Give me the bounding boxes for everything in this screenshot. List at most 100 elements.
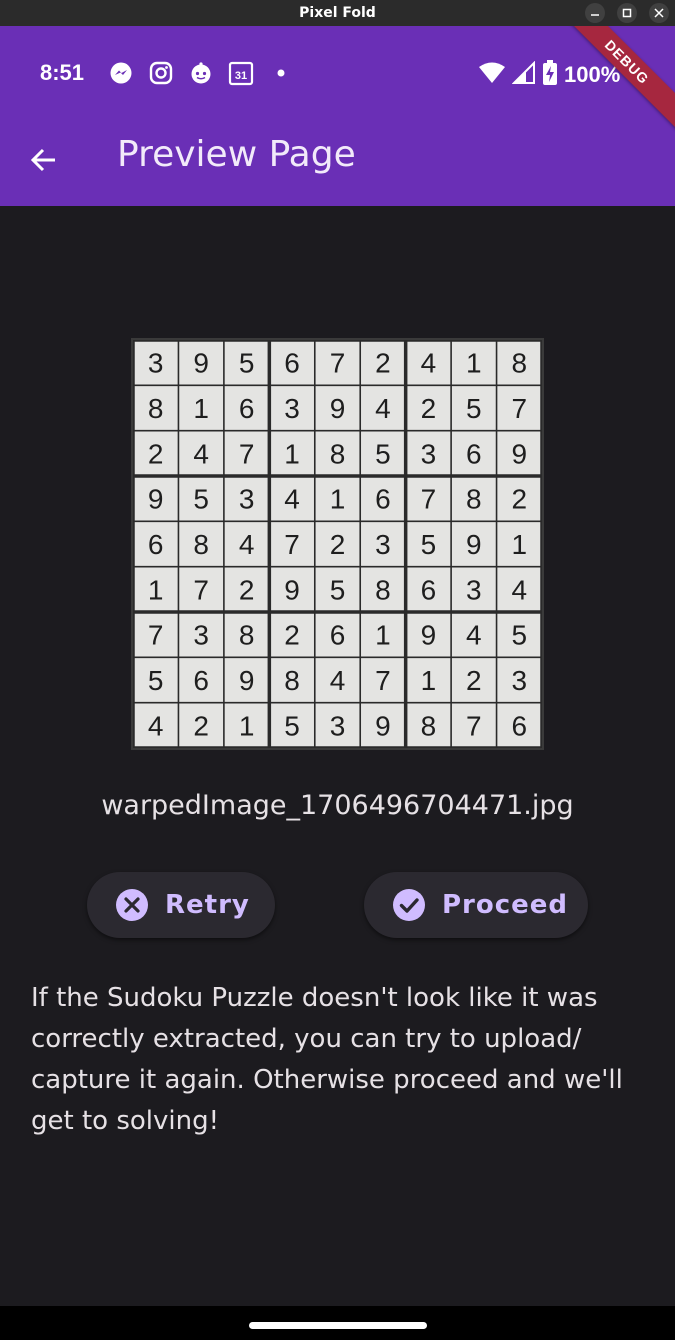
- sudoku-cell: 2: [466, 665, 482, 696]
- proceed-label: Proceed: [442, 890, 569, 920]
- sudoku-cell: 9: [375, 710, 391, 741]
- sudoku-cell: 6: [375, 484, 391, 515]
- sudoku-cell: 9: [466, 529, 482, 560]
- sudoku-cell: 1: [239, 710, 255, 741]
- arrow-back-icon: [30, 148, 55, 172]
- close-button[interactable]: [649, 3, 669, 23]
- sudoku-cell: 3: [193, 620, 209, 651]
- retry-label: Retry: [165, 890, 250, 920]
- sudoku-cell: 7: [239, 438, 255, 469]
- sudoku-cell: 2: [239, 574, 255, 605]
- sudoku-cell: 6: [421, 574, 437, 605]
- minimize-button[interactable]: [585, 3, 605, 23]
- sudoku-cell: 5: [148, 665, 164, 696]
- calendar-icon: 31: [228, 60, 254, 86]
- battery-percent: 100%: [564, 62, 621, 87]
- sudoku-cell: 7: [330, 348, 346, 379]
- sudoku-cell: 9: [193, 348, 209, 379]
- sudoku-cell: 9: [330, 393, 346, 424]
- status-bar: 8:51 31 100%: [0, 26, 675, 120]
- sudoku-cell: 5: [375, 438, 391, 469]
- sudoku-cell: 6: [511, 710, 527, 741]
- sudoku-cell: 8: [239, 620, 255, 651]
- sudoku-cell: 4: [284, 484, 300, 515]
- retry-button[interactable]: Retry: [87, 872, 275, 938]
- sudoku-cell: 8: [148, 393, 164, 424]
- sudoku-cell: 8: [511, 348, 527, 379]
- sudoku-preview-image: 3956724188163942572471853699534167826847…: [131, 338, 544, 750]
- sudoku-cell: 9: [284, 574, 300, 605]
- sudoku-cell: 4: [375, 393, 391, 424]
- back-button[interactable]: [20, 136, 68, 184]
- battery-icon: [542, 60, 558, 90]
- page-title: Preview Page: [117, 134, 356, 175]
- window-titlebar: Pixel Fold: [0, 0, 675, 26]
- sudoku-cell: 4: [239, 529, 255, 560]
- sudoku-cell: 4: [148, 710, 164, 741]
- sudoku-cell: 7: [511, 393, 527, 424]
- sudoku-cell: 6: [284, 348, 300, 379]
- window-controls: [585, 3, 669, 23]
- signal-icon: [511, 60, 536, 89]
- sudoku-cell: 3: [239, 484, 255, 515]
- sudoku-cell: 1: [284, 438, 300, 469]
- sudoku-cell: 9: [511, 438, 527, 469]
- window-title: Pixel Fold: [299, 5, 376, 21]
- sudoku-cell: 8: [375, 574, 391, 605]
- sudoku-cell: 2: [193, 710, 209, 741]
- sudoku-cell: 5: [239, 348, 255, 379]
- sudoku-cell: 5: [466, 393, 482, 424]
- sudoku-cell: 3: [511, 665, 527, 696]
- sudoku-cell: 1: [148, 574, 164, 605]
- cancel-circle-icon: [115, 888, 149, 922]
- system-icons: 100%: [478, 60, 620, 90]
- sudoku-cell: 1: [375, 620, 391, 651]
- status-time: 8:51: [40, 60, 85, 85]
- sudoku-cell: 3: [466, 574, 482, 605]
- sudoku-cell: 2: [330, 529, 346, 560]
- sudoku-cell: 1: [466, 348, 482, 379]
- reddit-icon: [188, 60, 214, 86]
- instruction-message: If the Sudoku Puzzle doesn't look like i…: [31, 983, 623, 1136]
- sudoku-cell: 3: [375, 529, 391, 560]
- sudoku-cell: 3: [148, 348, 164, 379]
- sudoku-cell: 6: [193, 665, 209, 696]
- sudoku-cell: 7: [421, 484, 437, 515]
- maximize-button[interactable]: [617, 3, 637, 23]
- sudoku-cell: 6: [330, 620, 346, 651]
- sudoku-cell: 3: [330, 710, 346, 741]
- home-indicator[interactable]: [249, 1322, 427, 1329]
- sudoku-cell: 8: [466, 484, 482, 515]
- sudoku-cell: 8: [193, 529, 209, 560]
- sudoku-cell: 1: [511, 529, 527, 560]
- sudoku-cell: 4: [511, 574, 527, 605]
- instagram-icon: [148, 60, 174, 86]
- sudoku-cell: 2: [284, 620, 300, 651]
- sudoku-cell: 8: [330, 438, 346, 469]
- sudoku-cell: 7: [375, 665, 391, 696]
- proceed-button[interactable]: Proceed: [364, 872, 588, 938]
- sudoku-cell: 7: [148, 620, 164, 651]
- sudoku-cell: 7: [466, 710, 482, 741]
- notification-icons: 31: [108, 60, 294, 86]
- sudoku-cell: 2: [421, 393, 437, 424]
- maximize-icon: [622, 8, 632, 18]
- sudoku-cell: 4: [466, 620, 482, 651]
- messenger-icon: [108, 60, 134, 86]
- sudoku-cell: 5: [511, 620, 527, 651]
- sudoku-cell: 6: [239, 393, 255, 424]
- close-icon: [654, 8, 664, 18]
- sudoku-cell: 3: [284, 393, 300, 424]
- sudoku-cell: 5: [284, 710, 300, 741]
- sudoku-cell: 6: [466, 438, 482, 469]
- sudoku-cell: 8: [421, 710, 437, 741]
- sudoku-cell: 9: [239, 665, 255, 696]
- sudoku-cell: 8: [284, 665, 300, 696]
- sudoku-cell: 1: [330, 484, 346, 515]
- sudoku-cell: 2: [375, 348, 391, 379]
- check-circle-icon: [392, 888, 426, 922]
- sudoku-cell: 2: [511, 484, 527, 515]
- dot-icon: [268, 60, 294, 86]
- calendar-day: 31: [235, 70, 247, 82]
- sudoku-cell: 2: [148, 438, 164, 469]
